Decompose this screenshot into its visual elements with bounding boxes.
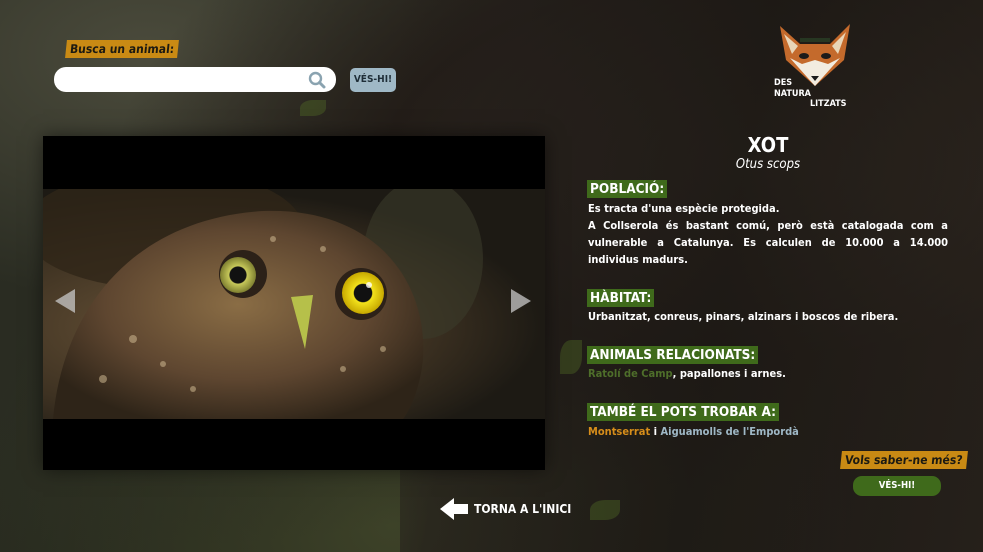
- related-animals-body: Ratolí de Camp, papallones i arnes.: [588, 365, 948, 382]
- poblacio-body: Es tracta d'una espècie protegida. A Col…: [588, 200, 948, 268]
- owl-photo: [43, 189, 545, 419]
- more-info-label: Vols saber-ne més?: [840, 451, 968, 469]
- habitat-heading: HÀBITAT:: [587, 289, 655, 307]
- poblacio-text-1: Es tracta d'una espècie protegida.: [588, 202, 780, 215]
- related-animals-rest: , papallones i arnes.: [672, 367, 786, 380]
- more-info-go-button[interactable]: VÉS-HI!: [853, 476, 941, 496]
- where-to-find-body: Montserrat i Aiguamolls de l'Empordà: [588, 423, 948, 440]
- search-go-button[interactable]: VÉS-HI!: [350, 68, 396, 92]
- background-leaf: [560, 340, 582, 374]
- desnaturalitzats-logo: DES NATURA LITZATS: [770, 20, 860, 112]
- search-label: Busca un animal:: [65, 40, 180, 58]
- owl-illustration: [43, 189, 483, 419]
- related-animal-link[interactable]: Ratolí de Camp: [588, 367, 673, 380]
- species-scientific-name: Otus scops: [735, 157, 801, 172]
- location-link-montserrat[interactable]: Montserrat: [588, 425, 650, 438]
- logo-text-line1: DES: [774, 78, 793, 88]
- gallery-prev-arrow-icon[interactable]: [55, 289, 75, 313]
- search-icon[interactable]: [308, 71, 326, 89]
- search-box[interactable]: [54, 67, 336, 94]
- logo-text-line2: NATURA: [774, 89, 811, 99]
- location-separator: i: [653, 425, 658, 438]
- location-link-aiguamolls[interactable]: Aiguamolls de l'Empordà: [661, 425, 799, 438]
- gallery-next-arrow-icon[interactable]: [511, 289, 531, 313]
- back-arrow-icon: [440, 498, 468, 520]
- poblacio-text-2: A Collserola és bastant comú, però està …: [588, 219, 948, 266]
- search-input[interactable]: [66, 67, 310, 94]
- poblacio-heading: POBLACIÓ:: [587, 180, 668, 198]
- background-leaf: [300, 100, 326, 116]
- related-animals-heading: ANIMALS RELACIONATS:: [587, 346, 759, 364]
- background-leaf: [590, 500, 620, 520]
- where-to-find-heading: TAMBÉ EL POTS TROBAR A:: [587, 403, 779, 421]
- species-name: XOT: [747, 133, 789, 157]
- habitat-body: Urbanitzat, conreus, pinars, alzinars i …: [588, 310, 899, 323]
- back-to-home-label: TORNA A L'INICI: [474, 502, 572, 516]
- back-to-home-link[interactable]: TORNA A L'INICI: [440, 498, 571, 520]
- logo-text-line3: LITZATS: [810, 99, 847, 109]
- image-gallery: [43, 136, 545, 470]
